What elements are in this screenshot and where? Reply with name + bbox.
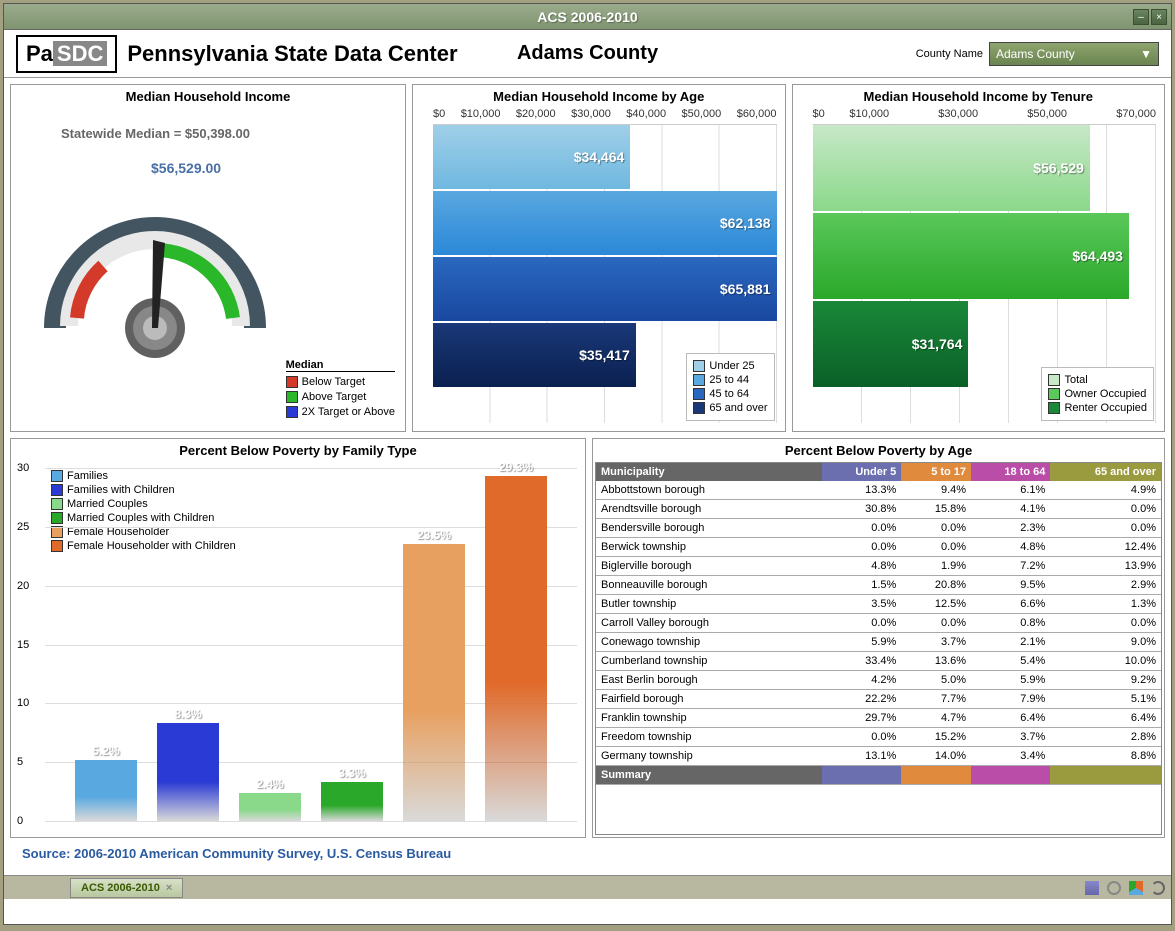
chevron-down-icon: ▼ [1140,47,1152,61]
table-header[interactable]: 65 and over [1050,463,1161,481]
gauge-chart [25,148,285,388]
minimize-button[interactable]: – [1133,9,1149,25]
table-row[interactable]: Fairfield borough22.2%7.7%7.9%5.1% [596,690,1161,709]
vbar: 5.2% [75,760,137,821]
table-row[interactable]: Carroll Valley borough0.0%0.0%0.8%0.0% [596,614,1161,633]
county-select[interactable]: Adams County ▼ [989,42,1159,66]
titlebar: ACS 2006-2010 – × [4,4,1171,30]
grid-icon[interactable] [1085,881,1099,895]
table-row[interactable]: Bendersville borough0.0%0.0%2.3%0.0% [596,519,1161,538]
table-header[interactable]: 18 to 64 [971,463,1050,481]
window-title: ACS 2006-2010 [537,9,637,25]
table-header[interactable]: 5 to 17 [901,463,971,481]
poverty-table-title: Percent Below Poverty by Age [593,439,1164,462]
tenure-chart-panel: Median Household Income by Tenure $0$10,… [792,84,1166,432]
table-row[interactable]: Germany township13.1%14.0%3.4%8.8% [596,747,1161,766]
header: PaSDC Pennsylvania State Data Center Ada… [4,30,1171,78]
age-chart-panel: Median Household Income by Age $0$10,000… [412,84,786,432]
close-button[interactable]: × [1151,9,1167,25]
poverty-table-panel: Percent Below Poverty by Age Municipalit… [592,438,1165,838]
hbar: $64,493 [813,213,1157,299]
table-row[interactable]: Bonneauville borough1.5%20.8%9.5%2.9% [596,576,1161,595]
gauge-note: Statewide Median = $50,398.00 [61,126,250,141]
table-row[interactable]: Cumberland township33.4%13.6%5.4%10.0% [596,652,1161,671]
table-row[interactable]: Arendtsville borough30.8%15.8%4.1%0.0% [596,500,1161,519]
vbar: 23.5% [403,544,465,821]
vbar: 29.3% [485,476,547,821]
status-icons [1085,881,1165,895]
table-row[interactable]: Conewago township5.9%3.7%2.1%9.0% [596,633,1161,652]
hbar: $65,881 [433,257,777,321]
vbar: 3.3% [321,782,383,821]
family-chart-title: Percent Below Poverty by Family Type [11,439,585,462]
org-title: Pennsylvania State Data Center [127,41,457,67]
county-picker: County Name Adams County ▼ [916,42,1159,66]
tenure-legend: TotalOwner OccupiedRenter Occupied [1041,367,1154,421]
tenure-chart-title: Median Household Income by Tenure [793,85,1165,108]
table-row[interactable]: Freedom township0.0%15.2%3.7%2.8% [596,728,1161,747]
hbar: $34,464 [433,125,777,189]
picker-label: County Name [916,48,983,60]
app-window: ACS 2006-2010 – × PaSDC Pennsylvania Sta… [3,3,1172,925]
table-row[interactable]: Biglerville borough4.8%1.9%7.2%13.9% [596,557,1161,576]
source-text: Source: 2006-2010 American Community Sur… [10,838,1165,869]
age-legend: Under 2525 to 4445 to 6465 and over [686,353,774,421]
table-header[interactable]: Under 5 [822,463,901,481]
logo: PaSDC [16,35,117,73]
vbar: 8.3% [157,723,219,821]
hbar: $56,529 [813,125,1157,211]
vbar: 2.4% [239,793,301,821]
table-row[interactable]: East Berlin borough4.2%5.0%5.9%9.2% [596,671,1161,690]
close-tab-icon[interactable]: × [166,882,172,894]
statusbar: ACS 2006-2010 × [4,875,1171,899]
table-row[interactable]: Berwick township0.0%0.0%4.8%12.4% [596,538,1161,557]
chart-icon[interactable] [1129,881,1143,895]
gauge-legend: Median Below TargetAbove Target2X Target… [286,359,395,421]
table-header[interactable]: Municipality [596,463,822,481]
table-row[interactable]: Butler township3.5%12.5%6.6%1.3% [596,595,1161,614]
sheet-tab[interactable]: ACS 2006-2010 × [70,878,183,898]
poverty-table-scroll[interactable]: MunicipalityUnder 55 to 1718 to 6465 and… [595,462,1162,835]
age-chart-title: Median Household Income by Age [413,85,785,108]
refresh-icon[interactable] [1151,881,1165,895]
family-chart-panel: Percent Below Poverty by Family Type Fam… [10,438,586,838]
gauge-panel: Median Household Income Statewide Median… [10,84,406,432]
table-row[interactable]: Abbottstown borough13.3%9.4%6.1%4.9% [596,481,1161,500]
county-title: Adams County [517,42,658,65]
poverty-table: MunicipalityUnder 55 to 1718 to 6465 and… [596,463,1161,785]
hbar: $62,138 [433,191,777,255]
gauge-title: Median Household Income [11,85,405,108]
table-row[interactable]: Franklin township29.7%4.7%6.4%6.4% [596,709,1161,728]
summary-row[interactable]: Summary [596,766,1161,785]
search-icon[interactable] [1107,881,1121,895]
